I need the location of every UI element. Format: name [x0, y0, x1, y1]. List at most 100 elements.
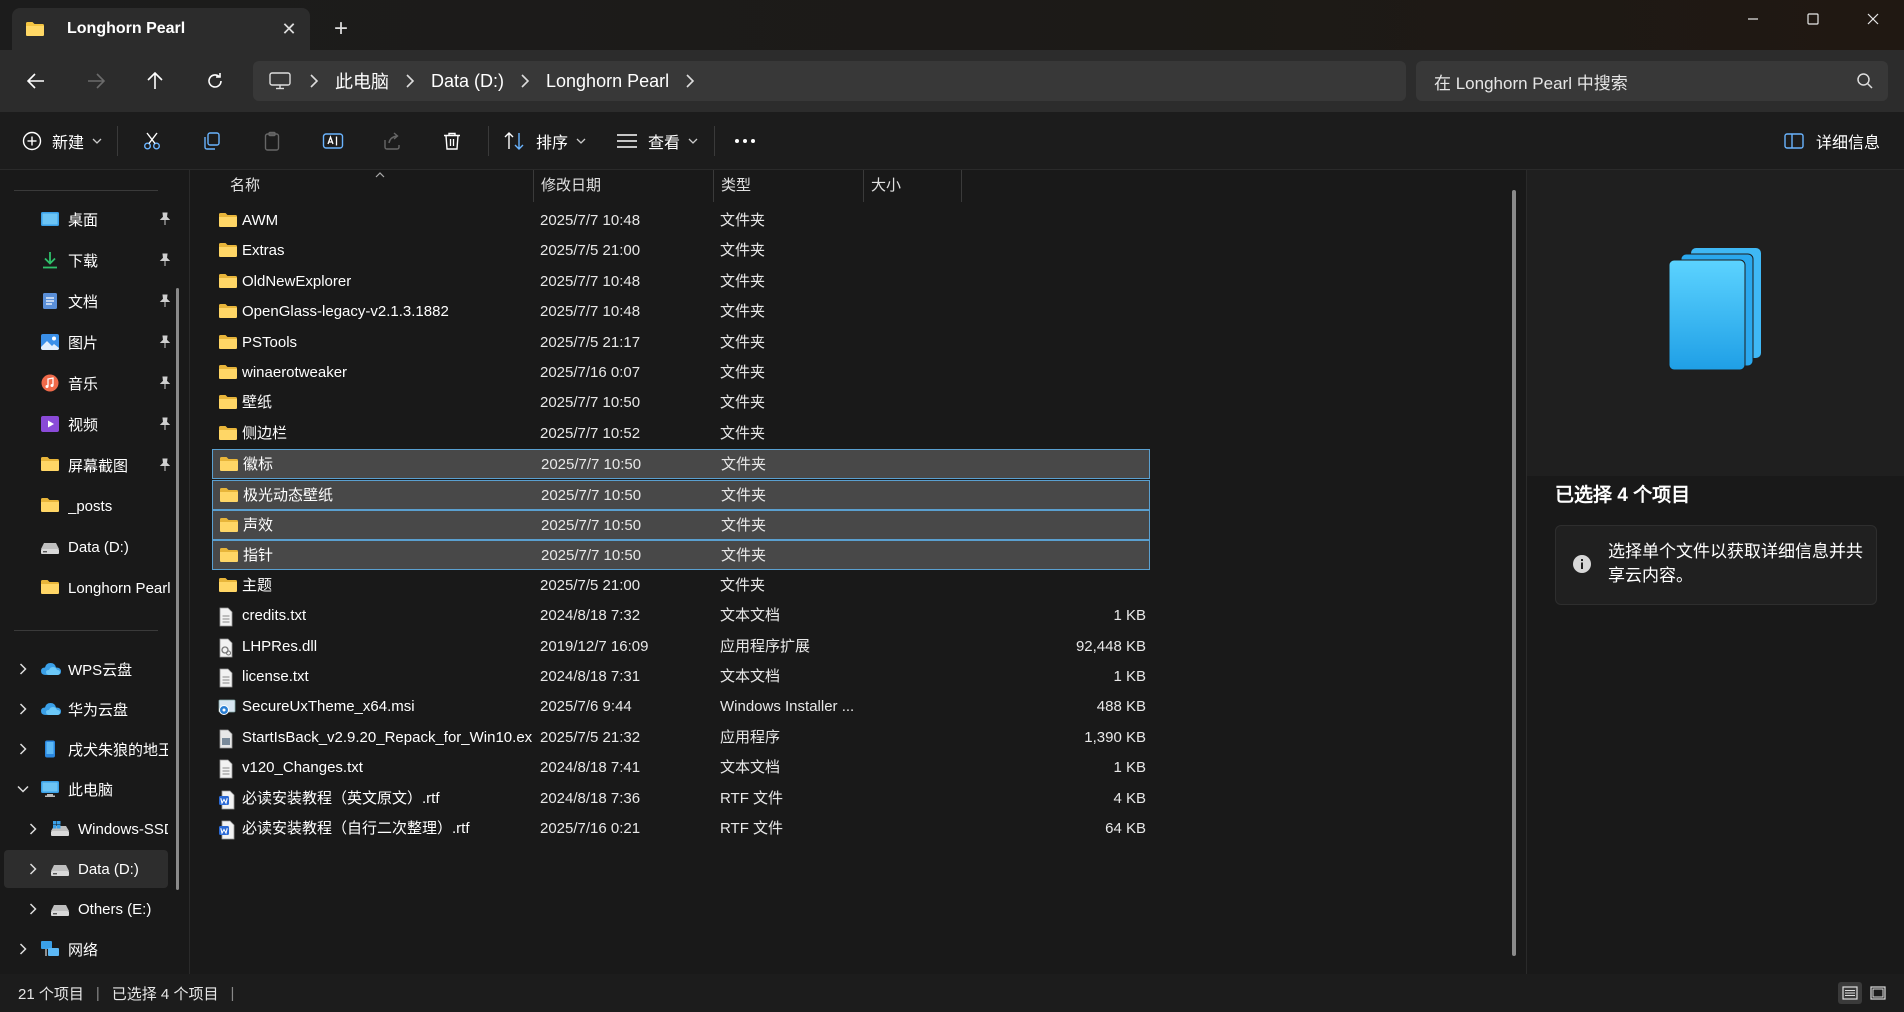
file-row[interactable]: Extras 2025/7/5 21:00 文件夹: [212, 236, 1150, 266]
chevron-right-icon[interactable]: [520, 74, 530, 88]
file-list-scrollbar[interactable]: [1512, 190, 1516, 956]
breadcrumb-data-d[interactable]: Data (D:): [431, 71, 504, 92]
file-row[interactable]: StartIsBack_v2.9.20_Repack_for_Win10.exe…: [212, 723, 1150, 753]
chevron-right-icon[interactable]: [26, 902, 40, 916]
chevron-right-icon[interactable]: [685, 74, 695, 88]
up-button[interactable]: [137, 64, 173, 98]
close-tab-icon[interactable]: ✕: [278, 18, 300, 40]
pin-icon[interactable]: [158, 335, 172, 349]
file-row[interactable]: 主题 2025/7/5 21:00 文件夹: [212, 571, 1150, 601]
column-divider[interactable]: [961, 170, 962, 202]
cut-button[interactable]: [142, 124, 162, 158]
file-row[interactable]: LHPRes.dll 2019/12/7 16:09 应用程序扩展 92,448…: [212, 632, 1150, 662]
column-date[interactable]: 修改日期: [541, 170, 601, 202]
delete-button[interactable]: [442, 124, 462, 158]
details-pane-button[interactable]: 详细信息: [1784, 124, 1880, 158]
sidebar-scrollbar[interactable]: [176, 288, 179, 890]
sidebar-item-quick-2[interactable]: 文档: [40, 282, 178, 320]
column-size[interactable]: 大小: [871, 170, 901, 202]
folder-icon: [218, 577, 238, 594]
file-row[interactable]: 侧边栏 2025/7/7 10:52 文件夹: [212, 419, 1150, 449]
sidebar-item-tree-1[interactable]: 华为云盘: [40, 690, 168, 728]
address-bar[interactable]: 此电脑 Data (D:) Longhorn Pearl: [253, 61, 1406, 101]
chevron-down-icon[interactable]: [16, 782, 30, 796]
sidebar-item-tree-6[interactable]: Others (E:): [50, 890, 168, 928]
file-row[interactable]: 必读安装教程（英文原文）.rtf 2024/8/18 7:36 RTF 文件 4…: [212, 784, 1150, 814]
close-window-button[interactable]: [1844, 0, 1902, 38]
breadcrumb-this-pc[interactable]: 此电脑: [335, 68, 389, 94]
sidebar-item-quick-6[interactable]: 屏幕截图: [40, 446, 178, 484]
column-name[interactable]: 名称: [230, 170, 260, 202]
paste-button[interactable]: [262, 124, 282, 158]
column-type[interactable]: 类型: [721, 170, 751, 202]
search-input[interactable]: 在 Longhorn Pearl 中搜索: [1416, 61, 1888, 101]
pin-icon[interactable]: [158, 212, 172, 226]
file-type: 应用程序扩展: [720, 637, 811, 655]
search-icon[interactable]: [1856, 72, 1874, 90]
sidebar-item-tree-4[interactable]: Windows-SSD: [50, 810, 168, 848]
sidebar-item-tree-7[interactable]: 网络: [40, 930, 168, 968]
sidebar-item-quick-7[interactable]: _posts: [40, 487, 172, 525]
sidebar-item-quick-8[interactable]: Data (D:): [40, 528, 172, 566]
sidebar-item-quick-9[interactable]: Longhorn Pearl: [40, 569, 172, 607]
column-divider[interactable]: [533, 170, 534, 202]
chevron-right-icon[interactable]: [16, 742, 30, 756]
sidebar-item-quick-0[interactable]: 桌面: [40, 200, 178, 238]
pin-icon[interactable]: [158, 458, 172, 472]
sidebar-item-quick-4[interactable]: 音乐: [40, 364, 178, 402]
chevron-right-icon[interactable]: [16, 942, 30, 956]
more-options-button[interactable]: [734, 124, 756, 158]
chevron-right-icon[interactable]: [26, 862, 40, 876]
copy-button[interactable]: [202, 124, 222, 158]
file-row[interactable]: 必读安装教程（自行二次整理）.rtf 2025/7/16 0:21 RTF 文件…: [212, 814, 1150, 844]
file-type: 文件夹: [721, 456, 767, 474]
view-button[interactable]: 查看: [616, 124, 698, 158]
chevron-right-icon[interactable]: [16, 702, 30, 716]
file-row[interactable]: winaerotweaker 2025/7/16 0:07 文件夹: [212, 358, 1150, 388]
file-row[interactable]: SecureUxTheme_x64.msi 2025/7/6 9:44 Wind…: [212, 692, 1150, 722]
file-row[interactable]: 极光动态壁纸 2025/7/7 10:50 文件夹: [212, 479, 1150, 510]
file-row[interactable]: 壁纸 2025/7/7 10:50 文件夹: [212, 388, 1150, 418]
back-button[interactable]: [18, 64, 54, 98]
forward-button[interactable]: [78, 64, 114, 98]
chevron-right-icon[interactable]: [26, 822, 40, 836]
file-row[interactable]: AWM 2025/7/7 10:48 文件夹: [212, 206, 1150, 236]
breadcrumb-longhorn-pearl[interactable]: Longhorn Pearl: [546, 71, 669, 92]
sidebar-item-tree-3[interactable]: 此电脑: [40, 770, 168, 808]
file-row[interactable]: OldNewExplorer 2025/7/7 10:48 文件夹: [212, 267, 1150, 297]
column-divider[interactable]: [863, 170, 864, 202]
column-divider[interactable]: [713, 170, 714, 202]
tab-longhorn-pearl[interactable]: Longhorn Pearl ✕: [12, 8, 310, 50]
chevron-right-icon[interactable]: [309, 74, 319, 88]
file-row[interactable]: PSTools 2025/7/5 21:17 文件夹: [212, 328, 1150, 358]
details-view-button[interactable]: [1838, 982, 1862, 1004]
sidebar-item-tree-0[interactable]: WPS云盘: [40, 650, 168, 688]
pin-icon[interactable]: [158, 294, 172, 308]
file-row[interactable]: v120_Changes.txt 2024/8/18 7:41 文本文档 1 K…: [212, 753, 1150, 783]
rename-button[interactable]: [322, 124, 344, 158]
new-button[interactable]: 新建: [22, 124, 102, 158]
sidebar-item-tree-5[interactable]: Data (D:): [50, 850, 168, 888]
file-row[interactable]: license.txt 2024/8/18 7:31 文本文档 1 KB: [212, 662, 1150, 692]
file-row[interactable]: OpenGlass-legacy-v2.1.3.1882 2025/7/7 10…: [212, 297, 1150, 327]
chevron-right-icon[interactable]: [405, 74, 415, 88]
chevron-right-icon[interactable]: [16, 662, 30, 676]
sidebar-item-quick-1[interactable]: 下载: [40, 241, 178, 279]
sidebar-item-quick-3[interactable]: 图片: [40, 323, 178, 361]
sort-button[interactable]: 排序: [504, 124, 586, 158]
minimize-button[interactable]: [1724, 0, 1782, 38]
file-row[interactable]: credits.txt 2024/8/18 7:32 文本文档 1 KB: [212, 601, 1150, 631]
pin-icon[interactable]: [158, 253, 172, 267]
share-button[interactable]: [382, 124, 402, 158]
pin-icon[interactable]: [158, 417, 172, 431]
sidebar-item-quick-5[interactable]: 视频: [40, 405, 178, 443]
maximize-button[interactable]: [1784, 0, 1842, 38]
sidebar-item-tree-2[interactable]: 戌犬朱狼的地王: [40, 730, 168, 768]
pin-icon[interactable]: [158, 376, 172, 390]
file-row[interactable]: 指针 2025/7/7 10:50 文件夹: [212, 540, 1150, 571]
new-tab-button[interactable]: +: [329, 17, 353, 42]
file-row[interactable]: 声效 2025/7/7 10:50 文件夹: [212, 510, 1150, 540]
tiles-view-button[interactable]: [1866, 982, 1890, 1004]
refresh-button[interactable]: [197, 64, 233, 98]
file-row[interactable]: 徽标 2025/7/7 10:50 文件夹: [212, 449, 1150, 480]
